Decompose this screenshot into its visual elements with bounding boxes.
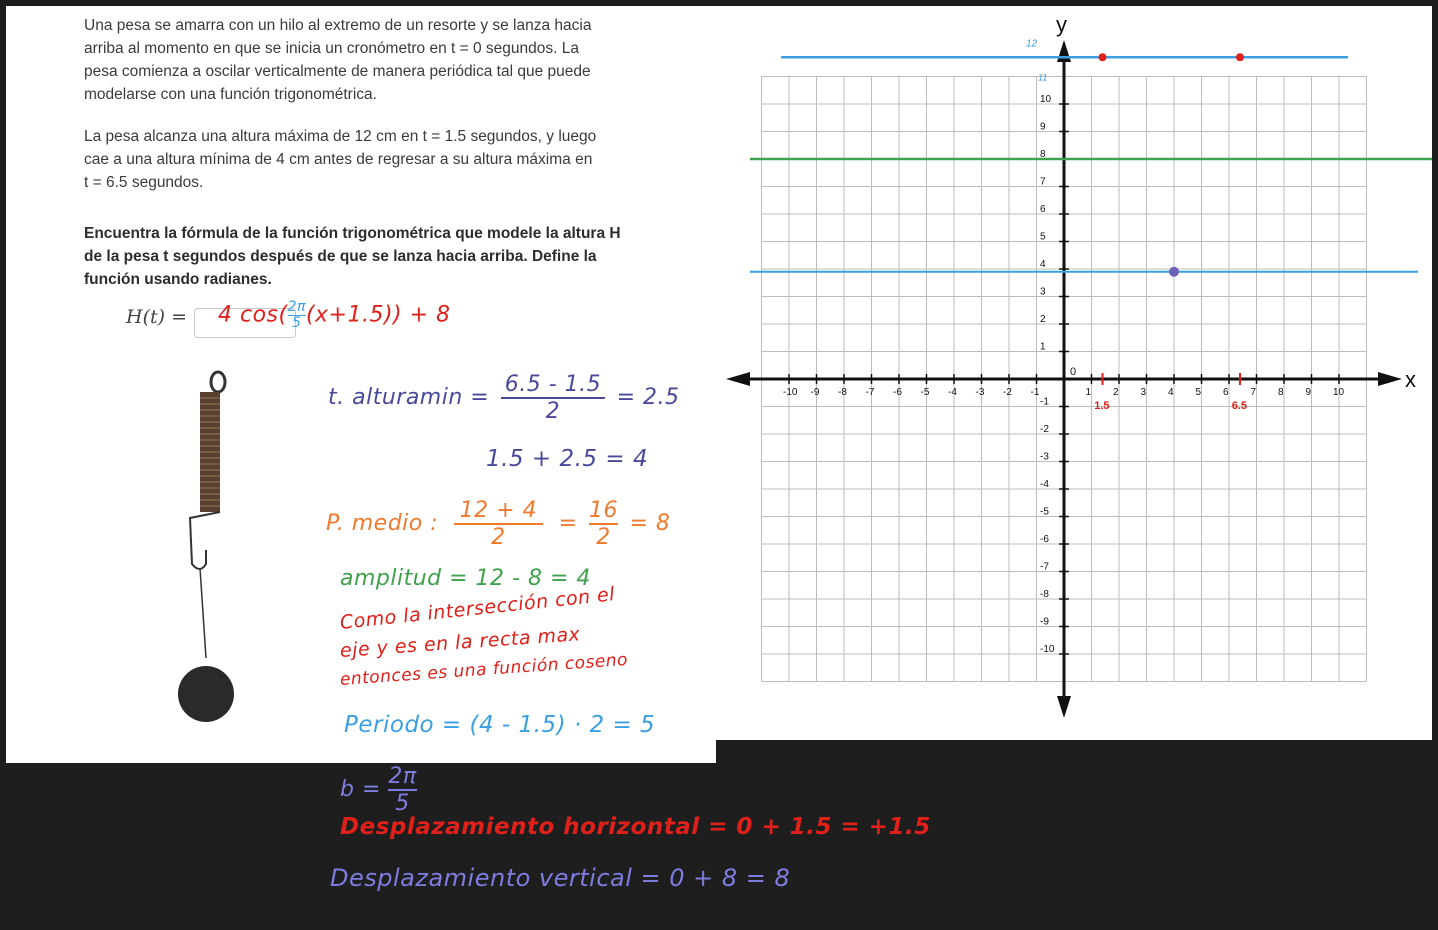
y-tick-label: 5 <box>1040 232 1046 243</box>
x-tick-label: -6 <box>893 387 902 398</box>
x-tick-label: 4 <box>1168 387 1174 398</box>
y-tick-label: 4 <box>1040 259 1046 270</box>
x-tick-label: -7 <box>866 387 875 398</box>
annot-11: 11 <box>1038 73 1047 83</box>
problem-paragraph-1: Una pesa se amarra con un hilo al extrem… <box>84 17 592 103</box>
x-axis-label: x <box>1405 367 1416 392</box>
x-tick-label: 7 <box>1251 387 1257 398</box>
y-tick-label: -6 <box>1040 534 1049 545</box>
y-tick-label: 7 <box>1040 177 1046 188</box>
annot-1-5: 1.5 <box>1094 400 1109 412</box>
y-tick-label: -1 <box>1040 397 1049 408</box>
x-tick-label: -9 <box>811 387 820 398</box>
y-tick-label: 3 <box>1040 287 1046 298</box>
x-tick-label: 5 <box>1196 387 1202 398</box>
x-tick-label: 2 <box>1113 387 1119 398</box>
x-tick-label: -4 <box>948 387 957 398</box>
x-tick-label: -1 <box>1031 387 1040 398</box>
y-tick-label: -8 <box>1040 589 1049 600</box>
problem-paragraph-2: La pesa alcanza una altura máxima de 12 … <box>84 128 597 191</box>
min-point <box>1169 266 1179 277</box>
y-tick-label: -9 <box>1040 617 1049 628</box>
y-tick-label: 10 <box>1040 94 1052 105</box>
y-axis-label: y <box>1056 12 1067 37</box>
x-tick-label: 10 <box>1333 387 1345 398</box>
hw-t-min: t. alturamin = 6.5 - 1.5 2 = 2.5 <box>328 372 680 424</box>
y-tick-label: -3 <box>1040 452 1049 463</box>
formula-label: H(t) = <box>126 306 187 328</box>
hw-b-value: b = 2π 5 <box>340 764 417 816</box>
problem-question: Encuentra la fórmula de la función trigo… <box>84 225 621 288</box>
x-tick-label: -3 <box>976 387 985 398</box>
x-tick-label: -8 <box>838 387 847 398</box>
y-tick-label: 2 <box>1040 314 1046 325</box>
annot-6-5: 6.5 <box>1232 400 1247 412</box>
x-axis-arrow-left <box>726 372 750 386</box>
annot-12: 12 <box>1026 39 1038 50</box>
coordinate-graph[interactable]: xy0-10 -9 -8 -7 -6 -5 -4 -3 -2 -1 1 2 3 4 5 6 7 8 9 1010987… <box>716 6 1432 740</box>
y-tick-label: -4 <box>1040 479 1049 490</box>
y-tick-label: 1 <box>1040 342 1046 353</box>
y-tick-label: -7 <box>1040 562 1049 573</box>
origin-label: 0 <box>1070 366 1076 378</box>
hw-periodo: Periodo = (4 - 1.5) · 2 = 5 <box>344 712 656 738</box>
y-tick-label: 6 <box>1040 204 1046 215</box>
hw-desp-vertical: Desplazamiento vertical = 0 + 8 = 8 <box>330 864 791 892</box>
y-axis-arrow-up <box>1057 40 1071 62</box>
max-point-2 <box>1236 53 1244 62</box>
y-tick-label: -2 <box>1040 424 1049 435</box>
x-tick-label: -2 <box>1003 387 1012 398</box>
x-tick-label: 8 <box>1278 387 1284 398</box>
x-tick-label: -5 <box>921 387 930 398</box>
hw-p-medio: P. medio : 12 + 42 = 16 2 = 8 <box>326 498 671 550</box>
hw-t-min-sum: 1.5 + 2.5 = 4 <box>486 446 649 472</box>
x-tick-label: 9 <box>1306 387 1312 398</box>
y-axis-arrow-down <box>1057 696 1071 718</box>
y-tick-label: -5 <box>1040 507 1049 518</box>
hw-answer: 4 cos(2π 5 (x+1.5)) + 8 <box>218 299 451 331</box>
y-tick-label: -10 <box>1040 644 1055 655</box>
max-point-1 <box>1098 53 1107 62</box>
hw-desp-horizontal: Desplazamiento horizontal = 0 + 1.5 = +1… <box>340 814 931 840</box>
x-tick-label: -10 <box>783 387 798 398</box>
y-tick-label: 9 <box>1040 122 1046 133</box>
x-tick-label: 3 <box>1141 387 1147 398</box>
x-axis-arrow-right <box>1378 372 1402 386</box>
spring-weight-image <box>178 370 234 722</box>
x-tick-label: 1 <box>1086 387 1092 398</box>
x-tick-label: 6 <box>1223 387 1229 398</box>
hw-amplitud: amplitud = 12 - 8 = 4 <box>340 566 591 591</box>
